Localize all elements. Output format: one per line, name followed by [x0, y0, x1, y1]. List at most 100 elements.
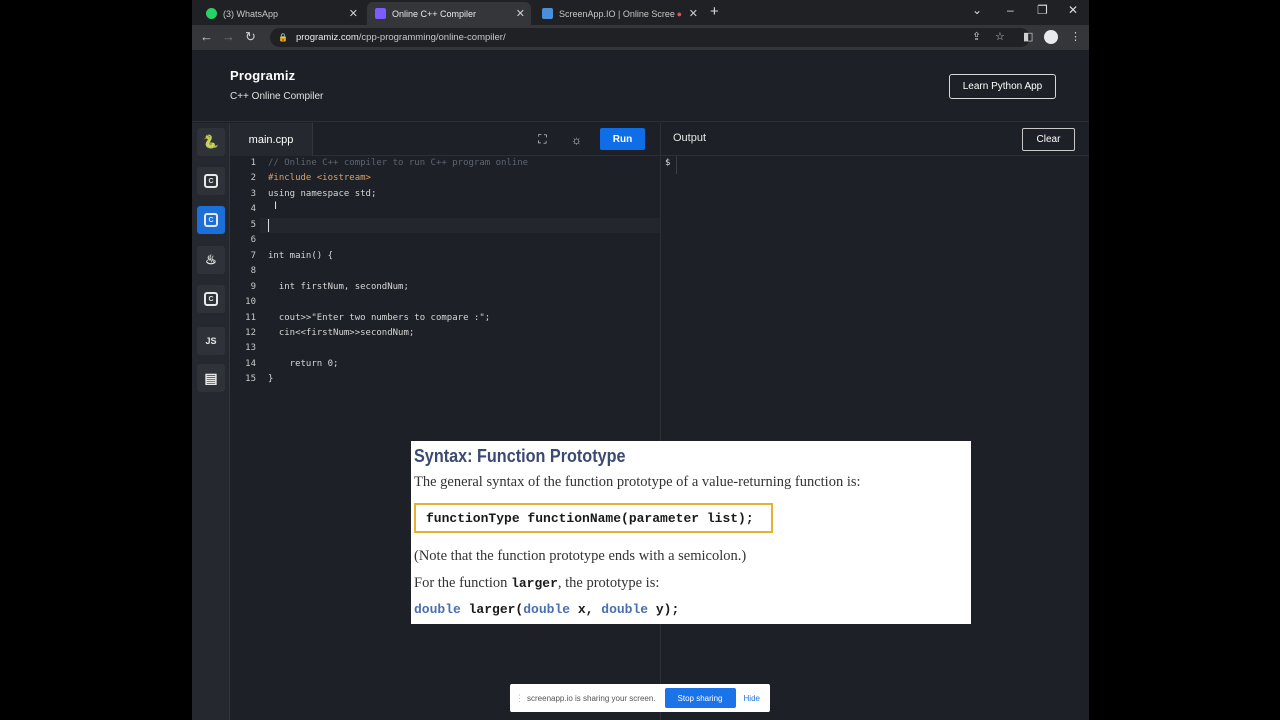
sidebar-item-c[interactable]: C: [197, 167, 225, 195]
close-icon[interactable]: ✕: [516, 7, 525, 20]
output-console[interactable]: $: [660, 156, 1089, 720]
sidebar-item-javascript[interactable]: JS: [197, 327, 225, 355]
output-title: Output: [673, 132, 707, 144]
code-line[interactable]: 13: [230, 341, 660, 357]
recording-icon: ●: [676, 8, 682, 19]
url-path: /cpp-programming/online-compiler/: [358, 32, 506, 43]
code-line[interactable]: 1 // Online C++ compiler to run C++ progr…: [230, 156, 660, 172]
tab-title: (3) WhatsApp: [223, 8, 279, 19]
line-number: 6: [250, 235, 256, 246]
line-code: cin<<firstNum>>secondNum;: [268, 327, 415, 338]
line-number: 4: [250, 204, 256, 215]
forward-icon[interactable]: →: [222, 29, 235, 44]
site-header: Programiz C++ Online Compiler Learn Pyth…: [192, 50, 1089, 122]
screenapp-icon: [542, 8, 553, 19]
code-line[interactable]: 8: [230, 264, 660, 280]
for-function-name: larger: [511, 576, 558, 591]
code-line[interactable]: 3 using namespace std;: [230, 187, 660, 203]
tab-search-icon[interactable]: ⌄: [972, 3, 982, 17]
address-bar[interactable]: 🔒 programiz.com /cpp-programming/online-…: [270, 28, 1030, 47]
tab-screenapp[interactable]: ScreenApp.IO | Online Scree ● ✕: [534, 2, 704, 25]
new-tab-button[interactable]: +: [710, 3, 719, 20]
code-line[interactable]: 7 int main() {: [230, 249, 660, 265]
slide-for-line: For the function larger, the prototype i…: [414, 575, 659, 592]
for-prefix: For the function: [414, 575, 512, 591]
url-host: programiz.com: [295, 32, 359, 43]
line-number: 8: [250, 266, 256, 277]
reload-icon[interactable]: ↻: [245, 29, 256, 45]
code-line[interactable]: 6: [230, 233, 660, 249]
tab-title: ScreenApp.IO | Online Scree: [559, 8, 675, 19]
sidebar-item-java[interactable]: ♨: [197, 246, 225, 274]
slide-intro: The general syntax of the function proto…: [414, 474, 861, 490]
clear-button[interactable]: Clear: [1022, 128, 1075, 151]
line-number: 7: [250, 250, 256, 261]
theme-toggle-icon[interactable]: ☼: [567, 130, 586, 149]
line-number: 10: [245, 297, 256, 308]
code-line[interactable]: 10: [230, 295, 660, 311]
code-line[interactable]: 9 int firstNum, secondNum;: [230, 280, 660, 296]
code-line[interactable]: 5: [230, 218, 660, 234]
keyword-double: double: [523, 602, 571, 617]
line-number: 1: [250, 158, 256, 168]
file-tab-main-cpp[interactable]: main.cpp: [230, 123, 313, 156]
database-icon: ▤: [204, 369, 218, 386]
line-number: 11: [245, 312, 256, 323]
close-icon[interactable]: ✕: [349, 7, 358, 20]
line-code: using namespace std;: [268, 188, 377, 199]
close-window-icon[interactable]: ✕: [1068, 3, 1078, 17]
code-editor[interactable]: 1 // Online C++ compiler to run C++ progr…: [230, 156, 660, 720]
slide-note: (Note that the function prototype ends w…: [414, 548, 747, 564]
keyword-double: double: [601, 602, 649, 617]
line-code: int firstNum, secondNum;: [268, 281, 409, 292]
whatsapp-icon: [206, 8, 217, 19]
programiz-logo[interactable]: Programiz: [230, 68, 295, 83]
restore-icon[interactable]: ❐: [1037, 3, 1048, 17]
programiz-icon: [375, 8, 386, 19]
tab-online-compiler[interactable]: Online C++ Compiler ✕: [367, 2, 531, 25]
sidebar-item-sql[interactable]: ▤: [197, 364, 225, 392]
sidebar-item-cpp[interactable]: C: [197, 206, 225, 234]
code-line[interactable]: 12 cin<<firstNum>>secondNum;: [230, 326, 660, 342]
stop-sharing-button[interactable]: Stop sharing: [664, 688, 736, 708]
line-number: 9: [250, 281, 256, 292]
screen-share-bar: ⋮ screenapp.io is sharing your screen. S…: [510, 684, 770, 712]
side-panel-icon[interactable]: ◧: [1023, 30, 1033, 43]
browser-toolbar: ← → ↻ 🔒 programiz.com /cpp-programming/o…: [192, 25, 1089, 50]
code-line[interactable]: 14 return 0;: [230, 357, 660, 373]
line-code: int main() {: [268, 250, 334, 261]
hide-button[interactable]: Hide: [744, 694, 760, 703]
page-subtitle: C++ Online Compiler: [230, 91, 324, 102]
syntax-box: functionType functionName(parameter list…: [414, 503, 773, 533]
java-icon: ♨: [205, 252, 217, 267]
menu-icon[interactable]: ⋮: [1070, 30, 1081, 43]
slide-heading: Syntax: Function Prototype: [414, 446, 626, 466]
share-message: screenapp.io is sharing your screen.: [527, 693, 656, 703]
code-line[interactable]: 11 cout>>"Enter two numbers to compare :…: [230, 311, 660, 327]
bookmark-star-icon[interactable]: ☆: [995, 30, 1005, 43]
line-number: 12: [245, 327, 256, 338]
tab-whatsapp[interactable]: (3) WhatsApp ✕: [198, 2, 364, 25]
code-line[interactable]: 2 #include <iostream>: [230, 171, 660, 187]
line-code: // Online C++ compiler to run C++ progra…: [268, 158, 529, 168]
close-icon[interactable]: ✕: [689, 7, 698, 20]
learn-python-app-button[interactable]: Learn Python App: [949, 74, 1056, 99]
csharp-icon: C: [204, 292, 218, 306]
profile-avatar[interactable]: [1044, 30, 1058, 44]
line-number: 5: [250, 219, 256, 230]
text-cursor: [268, 219, 269, 232]
code-line[interactable]: 15}: [230, 372, 660, 388]
sidebar-item-python[interactable]: 🐍: [197, 128, 225, 156]
line-number: 14: [245, 358, 256, 369]
code-line[interactable]: 4: [230, 202, 660, 218]
ibeam-cursor-icon: I: [274, 200, 278, 212]
editor-toolbar: main.cpp ⛶ ☼ Run: [230, 123, 660, 156]
share-icon[interactable]: ⇪: [972, 30, 981, 43]
fullscreen-icon[interactable]: ⛶: [533, 130, 552, 149]
minimize-icon[interactable]: –: [1007, 3, 1014, 17]
run-button[interactable]: Run: [600, 128, 645, 150]
line-number: 3: [250, 188, 256, 199]
drag-handle-icon[interactable]: ⋮: [515, 693, 524, 704]
back-icon[interactable]: ←: [200, 29, 213, 44]
sidebar-item-csharp[interactable]: C: [197, 285, 225, 313]
